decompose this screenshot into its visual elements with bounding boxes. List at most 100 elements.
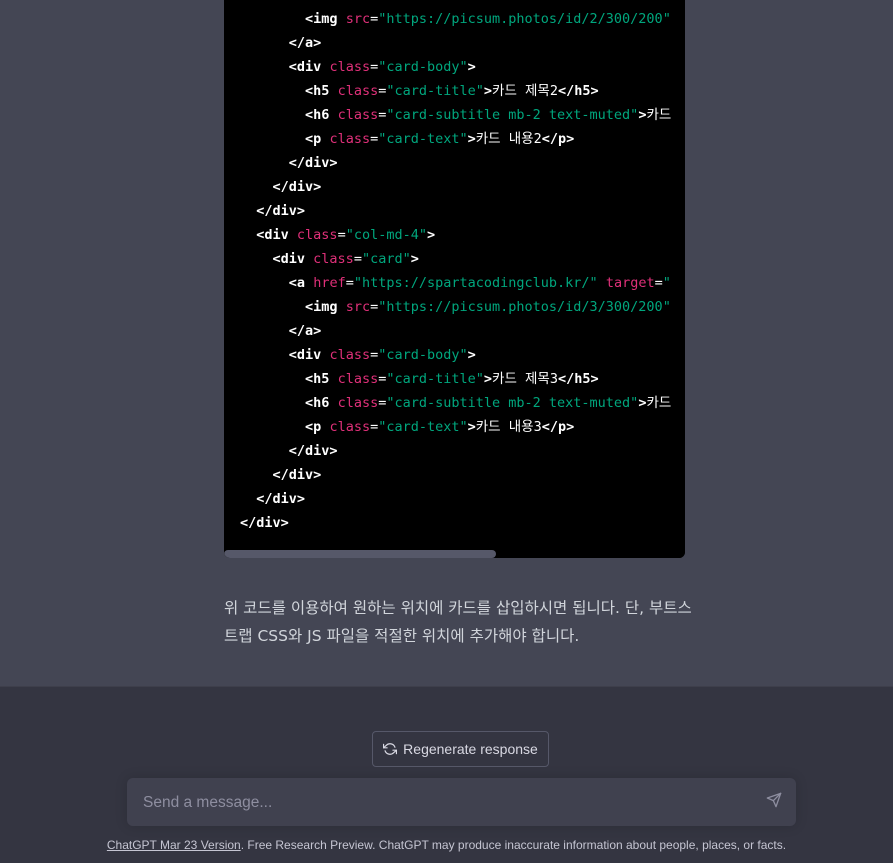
version-link[interactable]: ChatGPT Mar 23 Version — [107, 838, 241, 852]
code-token: class — [337, 83, 379, 99]
code-token: <h5 — [305, 83, 330, 99]
code-token: </div> — [272, 467, 322, 483]
code-token: src — [345, 11, 371, 27]
code-line: <p class="card-text">카드 내용3</p> — [240, 415, 671, 439]
code-token: </div> — [256, 491, 306, 507]
code-token: <div — [288, 347, 322, 363]
code-token: 카드 — [646, 395, 672, 411]
code-line: </a> — [240, 319, 671, 343]
code-token: </div> — [288, 443, 338, 459]
code-token: "card-subtitle mb-2 text-muted" — [386, 395, 639, 411]
code-line: <img src="https://picsum.photos/id/3/300… — [240, 295, 671, 319]
code-token: "card" — [361, 251, 411, 267]
code-line: <a href="https://spartacodingclub.kr/" t… — [240, 271, 671, 295]
code-token: > — [483, 371, 493, 387]
code-token: "col-md-4" — [345, 227, 427, 243]
code-lines: <img src="https://picsum.photos/id/2/300… — [240, 7, 671, 535]
code-token: <div — [272, 251, 306, 267]
code-token: > — [410, 251, 419, 267]
code-token: target — [605, 275, 655, 291]
code-token: </h5> — [557, 83, 599, 99]
paper-plane-icon — [766, 792, 782, 812]
code-token: "card-title" — [386, 371, 484, 387]
code-block: <img src="https://picsum.photos/id/2/300… — [224, 0, 685, 558]
code-line: </a> — [240, 31, 671, 55]
code-token: class — [329, 419, 371, 435]
refresh-icon — [383, 742, 398, 756]
code-token: <p — [305, 131, 322, 147]
code-line: </div> — [240, 463, 671, 487]
code-token: = — [370, 59, 379, 75]
code-token: <div — [288, 59, 322, 75]
code-token: 카드 내용3 — [475, 419, 542, 435]
code-token: = — [654, 275, 663, 291]
code-token: > — [483, 83, 493, 99]
code-token: = — [370, 131, 379, 147]
code-token: </div> — [240, 515, 289, 531]
code-token: "card-subtitle mb-2 text-muted" — [386, 107, 639, 123]
code-token: <div — [256, 227, 289, 243]
code-token: class — [329, 347, 371, 363]
code-token: = — [370, 347, 379, 363]
code-line: </div> — [240, 151, 671, 175]
code-line: <div class="card-body"> — [240, 343, 671, 367]
code-token: class — [337, 107, 379, 123]
code-token: <img — [305, 11, 338, 27]
code-line: </div> — [240, 511, 671, 535]
code-token: "https://picsum.photos/id/3/300/200" — [378, 299, 671, 315]
code-line: <h5 class="card-title">카드 제목2</h5> — [240, 79, 671, 103]
code-token: </div> — [272, 179, 322, 195]
code-token: "card-title" — [386, 83, 484, 99]
regenerate-response-button[interactable]: Regenerate response — [372, 731, 549, 767]
send-button[interactable] — [764, 792, 784, 812]
code-token: class — [337, 371, 379, 387]
code-token: <p — [305, 419, 322, 435]
code-line: <div class="card-body"> — [240, 55, 671, 79]
answer-text: 위 코드를 이용하여 원하는 위치에 카드를 삽입하시면 됩니다. 단, 부트스… — [224, 599, 692, 645]
code-token: = — [337, 227, 346, 243]
code-token: </div> — [256, 203, 306, 219]
code-token: src — [345, 299, 371, 315]
code-token: "https://spartacodingclub.kr/" — [353, 275, 598, 291]
composer-area — [0, 686, 893, 863]
code-token: <h5 — [305, 371, 330, 387]
code-token: class — [329, 131, 371, 147]
code-token: = — [370, 11, 379, 27]
code-token: 카드 제목2 — [492, 83, 558, 99]
message-input[interactable] — [141, 778, 745, 828]
code-token: > — [467, 347, 476, 363]
scrollbar-thumb[interactable] — [224, 550, 496, 558]
code-token: "card-text" — [378, 131, 468, 147]
code-token: <img — [305, 299, 338, 315]
code-token: "https://picsum.photos/id/2/300/200" — [378, 11, 671, 27]
code-token: "card-body" — [378, 59, 468, 75]
code-line: <img src="https://picsum.photos/id/2/300… — [240, 7, 671, 31]
code-token: 카드 — [646, 107, 672, 123]
message-composer — [127, 778, 796, 828]
code-token: > — [467, 419, 476, 435]
code-token: <h6 — [305, 395, 330, 411]
code-horizontal-scrollbar[interactable] — [224, 550, 685, 558]
code-line: <h6 class="card-subtitle mb-2 text-muted… — [240, 391, 671, 415]
